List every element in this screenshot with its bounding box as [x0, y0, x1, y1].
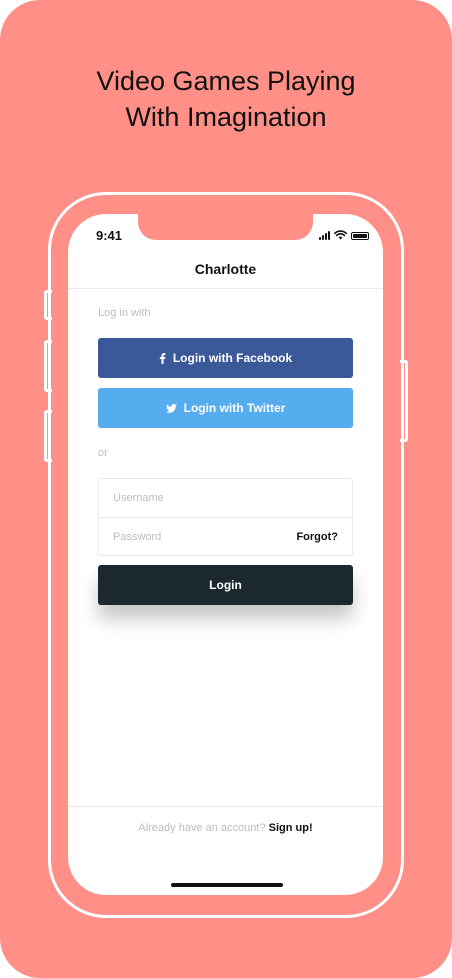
twitter-icon [165, 403, 177, 413]
login-with-label: Log in with [98, 307, 151, 319]
phone-screen: 9:41 Charlotte Log in with Login with Fa… [68, 214, 383, 895]
wifi-icon [334, 230, 347, 240]
twitter-login-button[interactable]: Login with Twitter [98, 388, 353, 428]
forgot-password-link[interactable]: Forgot? [296, 531, 338, 543]
headline-line-1: Video Games Playing [96, 66, 356, 96]
phone-notch [138, 214, 313, 240]
facebook-login-label: Login with Facebook [172, 351, 293, 365]
signal-icon [319, 230, 330, 240]
password-input[interactable]: Password Forgot? [99, 518, 352, 556]
footer: Already have an account? Sign up! [68, 822, 383, 834]
username-input[interactable]: Username [99, 479, 352, 517]
login-button[interactable]: Login [98, 565, 353, 605]
login-button-label: Login [209, 578, 242, 592]
promo-card: Video Games Playing With Imagination 9:4… [0, 0, 452, 978]
footer-question: Already have an account? [138, 822, 266, 834]
footer-divider [68, 806, 383, 807]
username-placeholder: Username [113, 492, 164, 504]
or-label: or [98, 447, 108, 459]
twitter-login-label: Login with Twitter [183, 401, 286, 415]
facebook-icon [159, 352, 166, 364]
battery-icon [351, 232, 369, 240]
facebook-login-button[interactable]: Login with Facebook [98, 338, 353, 378]
home-indicator [171, 883, 283, 887]
credentials-form: Username Password Forgot? [98, 478, 353, 556]
nav-title: Charlotte [194, 261, 257, 277]
headline-line-2: With Imagination [125, 102, 327, 132]
status-time: 9:41 [96, 228, 123, 243]
password-placeholder: Password [113, 531, 162, 543]
status-icons [319, 230, 369, 240]
nav-divider [68, 288, 383, 289]
sign-up-link[interactable]: Sign up! [269, 822, 313, 834]
